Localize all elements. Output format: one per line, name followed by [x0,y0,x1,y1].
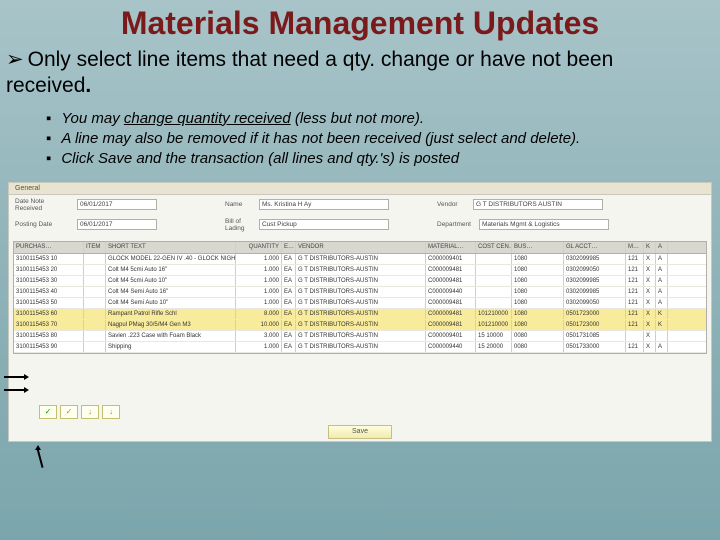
col-text: SHORT TEXT [106,242,236,253]
col-qty: QUANTITY [236,242,282,253]
col-e: E… [282,242,296,253]
line-items-grid[interactable]: PURCHAS… ITEM SHORT TEXT QUANTITY E… VEN… [13,241,707,354]
table-row[interactable]: 3100115453 20Colt M4 5cmi Auto 16"1.000E… [14,265,706,276]
col-purchas: PURCHAS… [14,242,84,253]
posting-date-label: Posting Date [15,221,73,228]
col-k: K [644,242,656,253]
col-item: ITEM [84,242,106,253]
col-bus: BUS… [512,242,564,253]
col-a: A [656,242,668,253]
dept-input[interactable]: Materials Mgmt & Logistics [479,219,609,230]
vendor-label: Vendor [437,201,469,208]
main-bullet: ➢Only select line items that need a qty.… [0,43,720,102]
table-row[interactable]: 3100115453 80Savien .223 Case with Foam … [14,331,706,342]
col-cc: COST CEN… [476,242,512,253]
date-received-input[interactable]: 06/01/2017 [77,199,157,210]
table-row[interactable]: 3100115453 10GLOCK MODEL 22-GEN IV .40 -… [14,254,706,265]
save-button[interactable]: Save [328,425,392,439]
vendor-input[interactable]: G T DISTRIBUTORS AUSTIN [473,199,603,210]
bullet-1: You may change quantity received (less b… [46,110,710,127]
toolbar-btn-1[interactable]: ✓ [39,405,57,419]
toolbar-btn-3[interactable]: ↓ [81,405,99,419]
grid-header-row: PURCHAS… ITEM SHORT TEXT QUANTITY E… VEN… [14,242,706,254]
toolbar-btn-4[interactable]: ↓ [102,405,120,419]
col-m: M… [626,242,644,253]
bullet-3: Click Save and the transaction (all line… [46,150,710,167]
col-vendor: VENDOR [296,242,426,253]
bol-label: Bill of Lading [225,218,255,232]
main-bullet-text: Only select line items that need a qty. … [6,48,613,97]
general-section-header: General [9,183,711,195]
col-mat: MATERIAL… [426,242,476,253]
table-row[interactable]: 3100115453 90Shipping1.000EAG T DISTRIBU… [14,342,706,353]
dept-label: Department [437,221,475,228]
posting-date-input[interactable]: 06/01/2017 [77,219,157,230]
grid-toolbar: ✓ ✓ ↓ ↓ [39,405,120,419]
table-row[interactable]: 3100115453 70Nagpul PMag 30/5/M4 Gen M31… [14,320,706,331]
table-row[interactable]: 3100115453 50Colt M4 Semi Auto 10"1.000E… [14,298,706,309]
toolbar-btn-2[interactable]: ✓ [60,405,78,419]
sub-bullets: You may change quantity received (less b… [0,102,720,176]
period: . [85,74,91,97]
annotation-arrow-3 [36,448,46,472]
date-received-label: Date Note Received [15,198,73,212]
table-row[interactable]: 3100115453 60Rampant Patrol Rifle Schl8.… [14,309,706,320]
app-screenshot: General Date Note Received 06/01/2017 Nam… [8,182,712,442]
table-row[interactable]: 3100115453 40Colt M4 Semi Auto 16"1.000E… [14,287,706,298]
col-gl: GL ACCT… [564,242,626,253]
arrow-icon: ➢ [6,48,24,71]
bullet-2: A line may also be removed if it has not… [46,130,710,147]
slide-title: Materials Management Updates [0,0,720,43]
table-row[interactable]: 3100115453 30Colt M4 5cmi Auto 10"1.000E… [14,276,706,287]
name-label: Name [225,201,255,208]
name-input[interactable]: Ms. Kristina H Ay [259,199,389,210]
bol-input[interactable]: Cust Pickup [259,219,389,230]
